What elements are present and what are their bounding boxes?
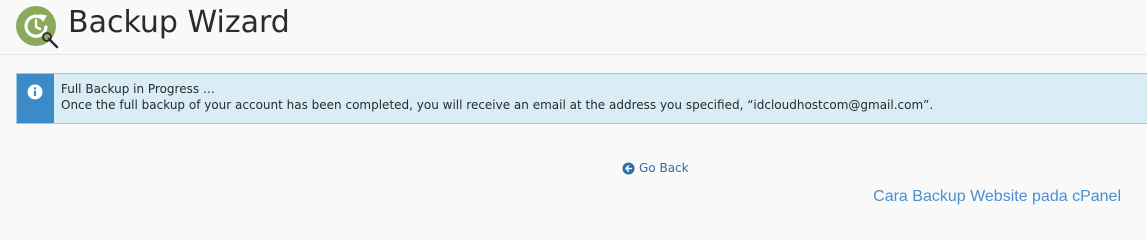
alert-message: Once the full backup of your account has… [61,98,934,112]
backup-restore-icon [16,6,60,50]
go-back-label: Go Back [639,161,689,175]
arrow-left-circle-icon [622,161,635,175]
page-title: Backup Wizard [68,5,290,40]
footer-caption: Cara Backup Website pada cPanel [873,188,1121,205]
go-back-link[interactable]: Go Back [622,159,689,177]
info-alert: Full Backup in Progress … Once the full … [16,73,1147,124]
alert-title: Full Backup in Progress … [61,82,215,96]
page-header: Backup Wizard [0,0,1147,55]
alert-icon-box [17,74,54,123]
